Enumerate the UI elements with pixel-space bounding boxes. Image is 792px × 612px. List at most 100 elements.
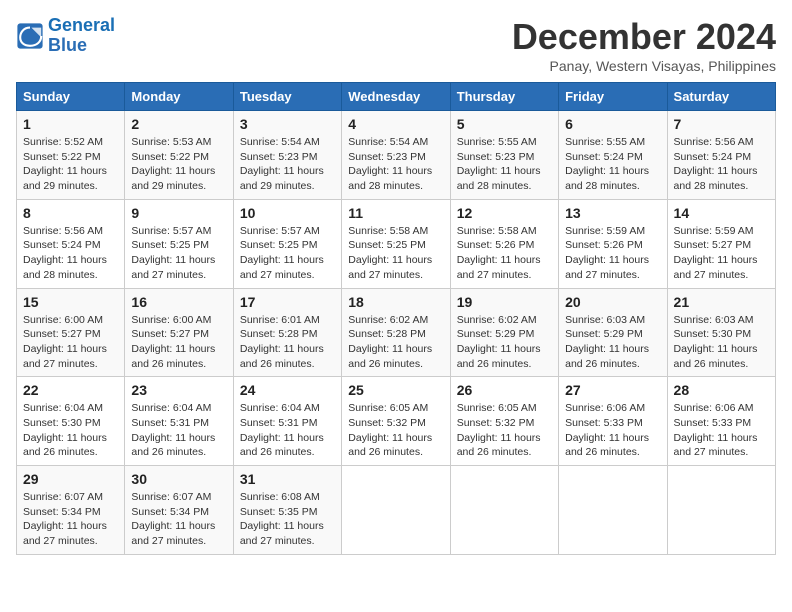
day-number: 31 (240, 471, 335, 487)
day-cell-12: 12 Sunrise: 5:58 AM Sunset: 5:26 PM Dayli… (450, 199, 558, 288)
day-cell-17: 17 Sunrise: 6:01 AM Sunset: 5:28 PM Dayli… (233, 288, 341, 377)
day-cell-28: 28Sunrise: 6:06 AM Sunset: 5:33 PM Dayli… (667, 377, 775, 466)
day-info: Sunrise: 6:06 AM Sunset: 5:33 PM Dayligh… (565, 401, 660, 460)
day-number: 28 (674, 382, 769, 398)
day-number: 9 (131, 205, 226, 221)
day-info: Sunrise: 6:04 AM Sunset: 5:31 PM Dayligh… (131, 401, 226, 460)
day-cell-14: 14 Sunrise: 5:59 AM Sunset: 5:27 PM Dayli… (667, 199, 775, 288)
day-cell-9: 9 Sunrise: 5:57 AM Sunset: 5:25 PM Daylig… (125, 199, 233, 288)
day-cell-5: 5 Sunrise: 5:55 AM Sunset: 5:23 PM Daylig… (450, 111, 558, 200)
day-info: Sunrise: 6:02 AM Sunset: 5:29 PM Dayligh… (457, 313, 552, 372)
day-info: Sunrise: 5:57 AM Sunset: 5:25 PM Dayligh… (131, 224, 226, 283)
day-info: Sunrise: 5:55 AM Sunset: 5:24 PM Dayligh… (565, 135, 660, 194)
calendar-week-3: 15 Sunrise: 6:00 AM Sunset: 5:27 PM Dayli… (17, 288, 776, 377)
empty-cell (667, 466, 775, 555)
calendar-table: SundayMondayTuesdayWednesdayThursdayFrid… (16, 82, 776, 555)
day-cell-24: 24 Sunrise: 6:04 AM Sunset: 5:31 PM Dayli… (233, 377, 341, 466)
day-number: 30 (131, 471, 226, 487)
day-info: Sunrise: 6:04 AM Sunset: 5:31 PM Dayligh… (240, 401, 335, 460)
day-cell-6: 6 Sunrise: 5:55 AM Sunset: 5:24 PM Daylig… (559, 111, 667, 200)
day-cell-29: 29 Sunrise: 6:07 AM Sunset: 5:34 PM Dayli… (17, 466, 125, 555)
day-number: 5 (457, 116, 552, 132)
day-number: 21 (674, 294, 769, 310)
day-info: Sunrise: 6:07 AM Sunset: 5:34 PM Dayligh… (131, 490, 226, 549)
day-number: 16 (131, 294, 226, 310)
day-info: Sunrise: 6:04 AM Sunset: 5:30 PM Dayligh… (23, 401, 118, 460)
day-cell-11: 11 Sunrise: 5:58 AM Sunset: 5:25 PM Dayli… (342, 199, 450, 288)
day-info: Sunrise: 5:59 AM Sunset: 5:27 PM Dayligh… (674, 224, 769, 283)
day-info: Sunrise: 5:58 AM Sunset: 5:25 PM Dayligh… (348, 224, 443, 283)
empty-cell (450, 466, 558, 555)
day-info: Sunrise: 6:05 AM Sunset: 5:32 PM Dayligh… (348, 401, 443, 460)
title-block: December 2024 Panay, Western Visayas, Ph… (512, 16, 776, 74)
calendar-week-1: 1 Sunrise: 5:52 AM Sunset: 5:22 PM Daylig… (17, 111, 776, 200)
logo-text: General Blue (48, 16, 115, 56)
day-info: Sunrise: 6:07 AM Sunset: 5:34 PM Dayligh… (23, 490, 118, 549)
day-number: 24 (240, 382, 335, 398)
day-info: Sunrise: 5:56 AM Sunset: 5:24 PM Dayligh… (674, 135, 769, 194)
empty-cell (559, 466, 667, 555)
day-number: 29 (23, 471, 118, 487)
day-cell-22: 22Sunrise: 6:04 AM Sunset: 5:30 PM Dayli… (17, 377, 125, 466)
day-info: Sunrise: 6:08 AM Sunset: 5:35 PM Dayligh… (240, 490, 335, 549)
day-cell-16: 16 Sunrise: 6:00 AM Sunset: 5:27 PM Dayli… (125, 288, 233, 377)
day-info: Sunrise: 5:54 AM Sunset: 5:23 PM Dayligh… (348, 135, 443, 194)
day-cell-10: 10Sunrise: 5:57 AM Sunset: 5:25 PM Dayli… (233, 199, 341, 288)
day-cell-23: 23 Sunrise: 6:04 AM Sunset: 5:31 PM Dayli… (125, 377, 233, 466)
day-cell-19: 19 Sunrise: 6:02 AM Sunset: 5:29 PM Dayli… (450, 288, 558, 377)
day-info: Sunrise: 5:53 AM Sunset: 5:22 PM Dayligh… (131, 135, 226, 194)
day-cell-31: 31 Sunrise: 6:08 AM Sunset: 5:35 PM Dayli… (233, 466, 341, 555)
day-number: 20 (565, 294, 660, 310)
day-number: 12 (457, 205, 552, 221)
day-number: 25 (348, 382, 443, 398)
calendar-week-2: 8 Sunrise: 5:56 AM Sunset: 5:24 PM Daylig… (17, 199, 776, 288)
page-header: General Blue December 2024 Panay, Wester… (16, 16, 776, 74)
day-number: 13 (565, 205, 660, 221)
col-header-sunday: Sunday (17, 83, 125, 111)
day-info: Sunrise: 6:01 AM Sunset: 5:28 PM Dayligh… (240, 313, 335, 372)
day-number: 1 (23, 116, 118, 132)
day-info: Sunrise: 6:03 AM Sunset: 5:30 PM Dayligh… (674, 313, 769, 372)
day-number: 3 (240, 116, 335, 132)
day-info: Sunrise: 6:02 AM Sunset: 5:28 PM Dayligh… (348, 313, 443, 372)
day-cell-25: 25 Sunrise: 6:05 AM Sunset: 5:32 PM Dayli… (342, 377, 450, 466)
day-info: Sunrise: 5:55 AM Sunset: 5:23 PM Dayligh… (457, 135, 552, 194)
day-number: 11 (348, 205, 443, 221)
day-cell-8: 8 Sunrise: 5:56 AM Sunset: 5:24 PM Daylig… (17, 199, 125, 288)
day-cell-26: 26Sunrise: 6:05 AM Sunset: 5:32 PM Dayli… (450, 377, 558, 466)
day-info: Sunrise: 5:57 AM Sunset: 5:25 PM Dayligh… (240, 224, 335, 283)
col-header-tuesday: Tuesday (233, 83, 341, 111)
day-number: 6 (565, 116, 660, 132)
col-header-friday: Friday (559, 83, 667, 111)
calendar-week-5: 29 Sunrise: 6:07 AM Sunset: 5:34 PM Dayli… (17, 466, 776, 555)
month-title: December 2024 (512, 16, 776, 58)
day-info: Sunrise: 5:54 AM Sunset: 5:23 PM Dayligh… (240, 135, 335, 194)
day-number: 7 (674, 116, 769, 132)
day-number: 4 (348, 116, 443, 132)
day-cell-18: 18Sunrise: 6:02 AM Sunset: 5:28 PM Dayli… (342, 288, 450, 377)
day-cell-1: 1 Sunrise: 5:52 AM Sunset: 5:22 PM Daylig… (17, 111, 125, 200)
day-info: Sunrise: 5:59 AM Sunset: 5:26 PM Dayligh… (565, 224, 660, 283)
day-info: Sunrise: 5:58 AM Sunset: 5:26 PM Dayligh… (457, 224, 552, 283)
day-number: 15 (23, 294, 118, 310)
day-cell-2: 2 Sunrise: 5:53 AM Sunset: 5:22 PM Daylig… (125, 111, 233, 200)
col-header-wednesday: Wednesday (342, 83, 450, 111)
day-info: Sunrise: 6:00 AM Sunset: 5:27 PM Dayligh… (131, 313, 226, 372)
calendar-week-4: 22Sunrise: 6:04 AM Sunset: 5:30 PM Dayli… (17, 377, 776, 466)
day-number: 17 (240, 294, 335, 310)
day-number: 14 (674, 205, 769, 221)
day-cell-21: 21 Sunrise: 6:03 AM Sunset: 5:30 PM Dayli… (667, 288, 775, 377)
day-number: 2 (131, 116, 226, 132)
day-cell-20: 20 Sunrise: 6:03 AM Sunset: 5:29 PM Dayli… (559, 288, 667, 377)
day-info: Sunrise: 6:03 AM Sunset: 5:29 PM Dayligh… (565, 313, 660, 372)
location-subtitle: Panay, Western Visayas, Philippines (512, 58, 776, 74)
logo: General Blue (16, 16, 115, 56)
day-number: 19 (457, 294, 552, 310)
day-cell-7: 7 Sunrise: 5:56 AM Sunset: 5:24 PM Daylig… (667, 111, 775, 200)
day-info: Sunrise: 5:56 AM Sunset: 5:24 PM Dayligh… (23, 224, 118, 283)
day-number: 23 (131, 382, 226, 398)
day-info: Sunrise: 6:05 AM Sunset: 5:32 PM Dayligh… (457, 401, 552, 460)
day-cell-27: 27Sunrise: 6:06 AM Sunset: 5:33 PM Dayli… (559, 377, 667, 466)
day-info: Sunrise: 5:52 AM Sunset: 5:22 PM Dayligh… (23, 135, 118, 194)
day-number: 8 (23, 205, 118, 221)
